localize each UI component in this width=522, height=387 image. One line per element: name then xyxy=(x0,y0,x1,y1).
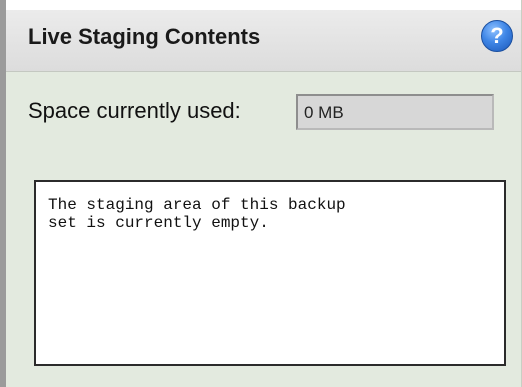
panel-header: Live Staging Contents ? xyxy=(6,0,521,72)
help-icon[interactable]: ? xyxy=(481,20,513,52)
space-used-label: Space currently used: xyxy=(28,98,241,123)
staging-contents-box[interactable]: The staging area of this backup set is c… xyxy=(34,180,506,366)
space-used-field: 0 MB xyxy=(296,94,494,130)
header-top-divider xyxy=(6,0,521,10)
panel-title: Live Staging Contents xyxy=(28,24,261,49)
live-staging-panel: Live Staging Contents ? Space currently … xyxy=(0,0,522,387)
